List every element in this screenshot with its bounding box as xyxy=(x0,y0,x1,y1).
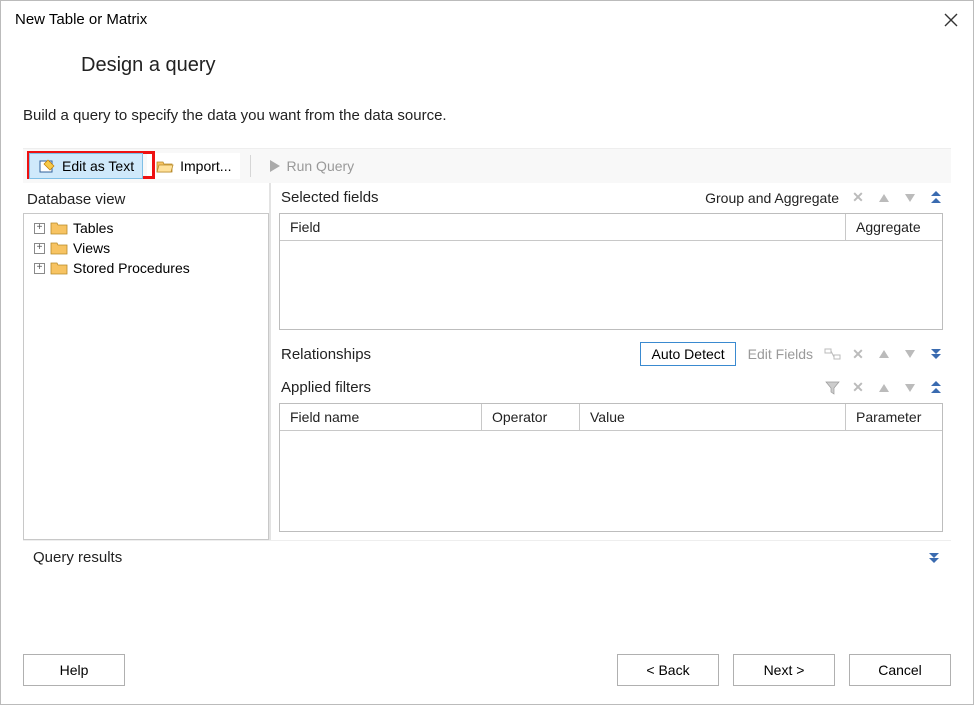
page-subtitle: Build a query to specify the data you wa… xyxy=(1,87,973,148)
run-query-label: Run Query xyxy=(286,158,354,174)
page-title: Design a query xyxy=(1,36,973,87)
database-view-title: Database view xyxy=(23,189,269,211)
move-down-button[interactable] xyxy=(903,191,917,205)
right-pane: Selected fields Group and Aggregate ✕ Fi… xyxy=(271,183,951,540)
column-value: Value xyxy=(580,404,846,430)
filter-button[interactable] xyxy=(825,381,839,395)
tree-item-label: Stored Procedures xyxy=(73,260,190,276)
move-up-filter-button[interactable] xyxy=(877,381,891,395)
expand-icon[interactable]: + xyxy=(34,243,45,254)
tree-item-views[interactable]: + Views xyxy=(24,238,268,258)
selected-fields-title: Selected fields xyxy=(281,189,379,206)
collapse-filter-button[interactable] xyxy=(929,381,943,395)
expand-rel-button[interactable] xyxy=(929,347,943,361)
move-up-rel-button[interactable] xyxy=(877,347,891,361)
tree-item-label: Tables xyxy=(73,220,113,236)
database-view-panel: Database view + Tables + Views + Stored … xyxy=(23,183,271,540)
arrow-up-icon xyxy=(879,350,889,358)
import-button[interactable]: Import... xyxy=(147,153,240,179)
window-title: New Table or Matrix xyxy=(15,11,147,28)
query-results-section[interactable]: Query results xyxy=(23,540,951,574)
column-field-name: Field name xyxy=(280,404,482,430)
collapse-button[interactable] xyxy=(929,191,943,205)
help-button[interactable]: Help xyxy=(23,654,125,686)
move-down-filter-button[interactable] xyxy=(903,381,917,395)
arrow-down-icon xyxy=(905,350,915,358)
relationships-title: Relationships xyxy=(281,346,371,363)
folder-open-icon xyxy=(156,158,174,174)
arrow-down-icon xyxy=(905,384,915,392)
link-icon xyxy=(824,347,841,361)
link-icon-button[interactable] xyxy=(825,347,839,361)
query-results-title: Query results xyxy=(33,549,122,566)
auto-detect-button[interactable]: Auto Detect xyxy=(640,342,735,366)
tree-item-stored-procedures[interactable]: + Stored Procedures xyxy=(24,258,268,278)
chevron-down-icon xyxy=(929,553,939,563)
filter-icon xyxy=(825,381,840,395)
arrow-down-icon xyxy=(905,194,915,202)
move-up-button[interactable] xyxy=(877,191,891,205)
edit-fields-button[interactable]: Edit Fields xyxy=(748,346,813,362)
folder-icon xyxy=(50,221,68,235)
chevron-down-icon xyxy=(931,349,941,359)
group-aggregate-button[interactable]: Group and Aggregate xyxy=(705,190,839,206)
database-tree[interactable]: + Tables + Views + Stored Procedures xyxy=(23,213,269,540)
applied-filters-grid[interactable]: Field name Operator Value Parameter xyxy=(279,403,943,532)
design-area: Edit as Text Import... Run Query Databas… xyxy=(23,148,951,540)
import-label: Import... xyxy=(180,158,231,174)
edit-as-text-label: Edit as Text xyxy=(62,158,134,174)
chevron-up-icon xyxy=(931,381,941,395)
applied-filters-body xyxy=(280,431,942,531)
chevron-up-icon xyxy=(931,191,941,205)
delete-filter-button[interactable]: ✕ xyxy=(851,381,865,395)
selected-fields-grid[interactable]: Field Aggregate xyxy=(279,213,943,330)
query-toolbar: Edit as Text Import... Run Query xyxy=(23,149,951,183)
column-parameter: Parameter xyxy=(846,404,942,430)
column-operator: Operator xyxy=(482,404,580,430)
x-icon: ✕ xyxy=(852,346,864,363)
cancel-button[interactable]: Cancel xyxy=(849,654,951,686)
x-icon: ✕ xyxy=(852,379,864,396)
play-icon xyxy=(270,160,280,172)
edit-text-icon xyxy=(38,158,56,174)
delete-rel-button[interactable]: ✕ xyxy=(851,347,865,361)
tree-item-tables[interactable]: + Tables xyxy=(24,218,268,238)
expand-icon[interactable]: + xyxy=(34,263,45,274)
arrow-up-icon xyxy=(879,384,889,392)
close-icon xyxy=(944,13,958,27)
close-button[interactable] xyxy=(943,12,959,28)
folder-icon xyxy=(50,261,68,275)
x-icon: ✕ xyxy=(852,189,864,206)
column-aggregate: Aggregate xyxy=(846,214,942,240)
expand-results-button[interactable] xyxy=(927,551,941,565)
tree-item-label: Views xyxy=(73,240,110,256)
run-query-button: Run Query xyxy=(261,153,363,179)
expand-icon[interactable]: + xyxy=(34,223,45,234)
folder-icon xyxy=(50,241,68,255)
next-button[interactable]: Next > xyxy=(733,654,835,686)
selected-fields-body xyxy=(280,241,942,329)
column-field: Field xyxy=(280,214,846,240)
back-button[interactable]: < Back xyxy=(617,654,719,686)
edit-as-text-button[interactable]: Edit as Text xyxy=(29,153,143,179)
applied-filters-title: Applied filters xyxy=(281,379,371,396)
delete-field-button[interactable]: ✕ xyxy=(851,191,865,205)
dialog-footer: Help < Back Next > Cancel xyxy=(1,640,973,704)
move-down-rel-button[interactable] xyxy=(903,347,917,361)
arrow-up-icon xyxy=(879,194,889,202)
toolbar-separator xyxy=(250,155,251,177)
